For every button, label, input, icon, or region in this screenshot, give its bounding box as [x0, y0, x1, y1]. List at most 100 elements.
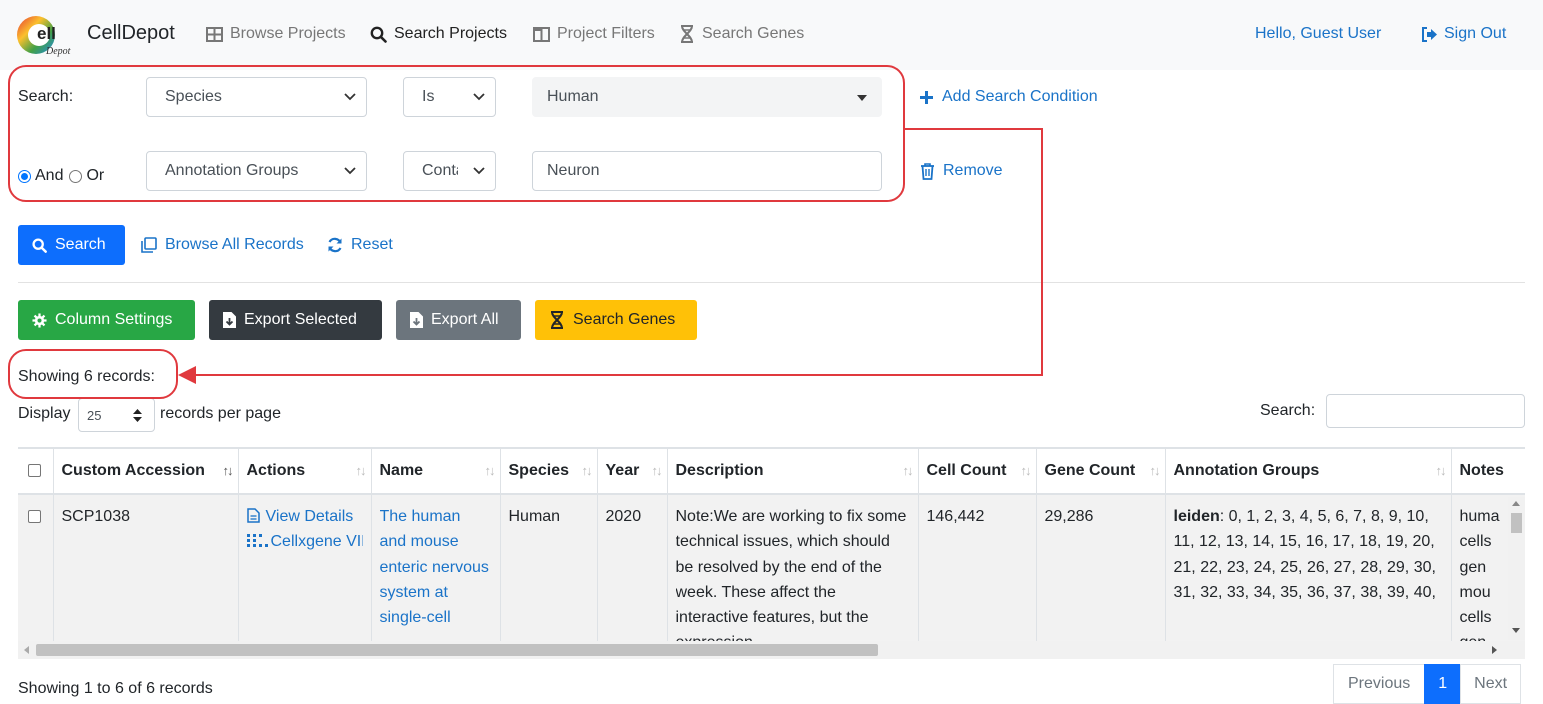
- view-details-label: View Details: [265, 508, 354, 525]
- vertical-scroll-thumb[interactable]: [1511, 513, 1522, 533]
- search-button[interactable]: Search: [18, 225, 125, 265]
- pagination: Previous 1 Next: [1333, 664, 1522, 704]
- add-search-condition-link[interactable]: Add Search Condition: [919, 88, 1098, 106]
- column-settings-button[interactable]: Column Settings: [18, 300, 195, 340]
- add-search-condition-label: Add Search Condition: [942, 88, 1098, 105]
- page-1-button[interactable]: 1: [1424, 664, 1462, 704]
- col-actions[interactable]: Actions ↑↓: [238, 447, 372, 495]
- browse-all-records-link[interactable]: Browse All Records: [141, 236, 304, 254]
- results-table: Custom Accession ↑↓ Actions ↑↓ Name ↑↓ Spec…: [18, 447, 1525, 661]
- export-selected-label: Export Selected: [244, 311, 357, 328]
- column-settings-label: Column Settings: [55, 311, 173, 328]
- export-selected-button[interactable]: Export Selected: [209, 300, 382, 340]
- row-checkbox[interactable]: [28, 510, 41, 524]
- col-notes[interactable]: Notes: [1451, 447, 1525, 495]
- brand-name[interactable]: CellDepot: [87, 22, 175, 45]
- celldepot-logo[interactable]: ell Depot: [16, 13, 82, 57]
- col-species[interactable]: Species ↑↓: [500, 447, 598, 495]
- browse-all-records-label: Browse All Records: [165, 236, 304, 253]
- row-select-cell: [18, 494, 54, 644]
- nav-browse-projects[interactable]: Browse Projects: [206, 25, 346, 43]
- cell-count-text: 146,442: [926, 508, 985, 525]
- accession-text: SCP1038: [61, 508, 131, 525]
- col-annotation-groups[interactable]: Annotation Groups ↑↓: [1165, 447, 1452, 495]
- sign-out-link[interactable]: Sign Out: [1421, 25, 1506, 43]
- cell-count-cell: 146,442: [918, 494, 1037, 644]
- top-navbar: ell Depot CellDepot Browse Projects Sear…: [0, 0, 1543, 70]
- search-icon: [32, 237, 47, 253]
- sort-updown-icon: [133, 409, 142, 422]
- col-custom-accession-label: Custom Accession: [61, 462, 205, 479]
- search-genes-button[interactable]: Search Genes: [535, 300, 697, 340]
- remove-condition-link[interactable]: Remove: [920, 162, 1003, 180]
- gene-count-cell: 29,286: [1036, 494, 1166, 644]
- gene-count-text: 29,286: [1044, 508, 1094, 525]
- sign-out-label: Sign Out: [1444, 25, 1507, 42]
- nav-search-projects[interactable]: Search Projects: [370, 25, 507, 43]
- search-conditions-highlight: [8, 65, 905, 202]
- records-count-highlight: [8, 349, 178, 399]
- table-search-input[interactable]: [1326, 394, 1525, 428]
- search-genes-label: Search Genes: [573, 311, 676, 328]
- col-gene-count-label: Gene Count: [1044, 462, 1136, 479]
- actions-cell: View Details Cellxgene VIP: [238, 494, 372, 644]
- sort-icon: ↑↓: [1149, 463, 1161, 478]
- col-custom-accession[interactable]: Custom Accession ↑↓: [53, 447, 239, 495]
- nav-search-projects-label: Search Projects: [394, 25, 507, 42]
- horizontal-scroll-thumb[interactable]: [36, 644, 878, 656]
- file-download-icon: [410, 312, 423, 328]
- sort-icon: ↑↓: [1435, 463, 1447, 478]
- page-size-select[interactable]: 25: [78, 398, 155, 432]
- dna-icon: [551, 311, 563, 329]
- name-cell: The human and mouse enteric nervous syst…: [371, 494, 501, 644]
- search-icon: [370, 26, 387, 43]
- cellxgene-vip-link[interactable]: Cellxgene VIP: [246, 529, 363, 554]
- nav-search-genes[interactable]: Search Genes: [679, 25, 804, 43]
- col-cell-count-label: Cell Count: [926, 462, 1007, 479]
- notes-text: human cells gen mou cells gen: [1459, 508, 1500, 644]
- user-greeting[interactable]: Hello, Guest User: [1255, 25, 1381, 43]
- project-name-link[interactable]: The human and mouse enteric nervous syst…: [380, 508, 489, 626]
- col-year-label: Year: [605, 462, 640, 479]
- col-annotation-groups-label: Annotation Groups: [1173, 462, 1320, 479]
- next-page-button[interactable]: Next: [1460, 664, 1522, 704]
- reset-link[interactable]: Reset: [327, 236, 393, 254]
- select-all-header[interactable]: [18, 447, 54, 495]
- annotation-key: leiden: [1173, 508, 1220, 525]
- horizontal-scrollbar[interactable]: [18, 641, 1525, 659]
- display-label: Display: [18, 405, 71, 422]
- export-all-button[interactable]: Export All: [396, 300, 521, 340]
- table-summary: Showing 1 to 6 of 6 records: [18, 680, 213, 697]
- select-all-checkbox[interactable]: [28, 464, 41, 478]
- vertical-scrollbar[interactable]: [1508, 497, 1525, 640]
- copy-icon: [141, 237, 157, 253]
- year-text: 2020: [605, 508, 642, 525]
- gear-icon: [32, 312, 47, 328]
- year-cell: 2020: [597, 494, 668, 644]
- col-name[interactable]: Name ↑↓: [371, 447, 501, 495]
- col-description[interactable]: Description ↑↓: [667, 447, 919, 495]
- col-gene-count[interactable]: Gene Count ↑↓: [1036, 447, 1166, 495]
- sort-icon: ↑↓: [902, 463, 914, 478]
- sign-out-icon: [1422, 26, 1437, 42]
- col-name-label: Name: [379, 462, 424, 479]
- view-details-link[interactable]: View Details: [246, 504, 363, 529]
- col-year[interactable]: Year ↑↓: [597, 447, 668, 495]
- table-icon: [206, 26, 223, 42]
- file-icon: [246, 508, 260, 523]
- svg-text:Depot: Depot: [45, 46, 71, 57]
- annotation-groups-cell: leiden: 0, 1, 2, 3, 4, 5, 6, 7, 8, 9, 10…: [1165, 494, 1452, 644]
- dna-icon: [681, 25, 693, 43]
- trash-icon: [921, 162, 934, 180]
- previous-page-button[interactable]: Previous: [1333, 664, 1426, 704]
- plus-icon: [920, 90, 933, 104]
- nav-project-filters[interactable]: Project Filters: [533, 25, 655, 43]
- nav-browse-projects-label: Browse Projects: [230, 25, 346, 42]
- col-species-label: Species: [508, 462, 569, 479]
- col-description-label: Description: [675, 462, 764, 479]
- file-download-icon: [223, 312, 236, 328]
- col-actions-label: Actions: [246, 462, 306, 479]
- col-cell-count[interactable]: Cell Count ↑↓: [918, 447, 1037, 495]
- species-cell: Human: [500, 494, 598, 644]
- accession-cell: SCP1038: [53, 494, 239, 644]
